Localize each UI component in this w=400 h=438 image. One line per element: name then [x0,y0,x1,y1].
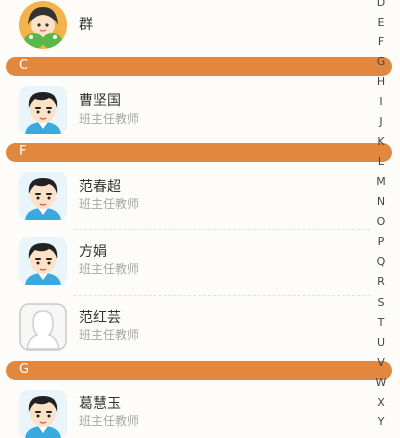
index-letter-x[interactable]: X [372,396,390,409]
contact-row[interactable]: 曹坚国 班主任教师 [0,80,400,142]
default-avatar-icon [19,303,67,351]
section-header-f: F [6,143,392,162]
contact-role: 班主任教师 [79,262,140,276]
contact-name: 曹坚国 [79,93,121,109]
section-header-c: C [6,57,392,76]
index-letter-w[interactable]: W [372,376,390,389]
index-letter-i[interactable]: I [372,95,390,108]
section-header-g: G [6,361,392,380]
index-letter-s[interactable]: S [372,296,390,309]
contact-list: 群 C 曹坚国 班主任教师 F 范春超 班主任教师 方娟 班主任教师 范红芸 班… [0,0,400,438]
male-avatar-icon [19,86,67,134]
index-letter-g[interactable]: G [372,55,390,68]
group-avatar-icon [19,1,67,49]
index-letter-u[interactable]: U [372,336,390,349]
index-letter-r[interactable]: R [372,275,390,288]
male-avatar-icon [19,390,67,438]
index-letter-m[interactable]: M [372,175,390,188]
index-letter-p[interactable]: P [372,235,390,248]
contact-role: 班主任教师 [79,414,140,428]
index-letter-d[interactable]: D [372,0,390,9]
contact-role: 班主任教师 [79,328,140,342]
index-letter-f[interactable]: F [372,35,390,48]
contact-name: 葛慧玉 [79,396,121,412]
alphabet-index[interactable]: D E F G H I J K L M N O P Q R S T U V W … [372,0,390,430]
index-letter-h[interactable]: H [372,75,390,88]
group-label: 群 [79,17,93,33]
contact-role: 班主任教师 [79,112,140,126]
contact-name: 方娟 [79,244,107,260]
contact-role: 班主任教师 [79,197,140,211]
section-letter: F [19,144,27,159]
index-letter-n[interactable]: N [372,195,390,208]
index-letter-k[interactable]: K [372,135,390,148]
index-letter-j[interactable]: J [372,115,390,128]
index-letter-e[interactable]: E [372,16,390,29]
contact-row[interactable]: 方娟 班主任教师 [0,230,400,294]
contact-name: 范春超 [79,179,121,195]
index-letter-o[interactable]: O [372,215,390,228]
contact-row[interactable]: 范春超 班主任教师 [0,165,400,227]
contact-row[interactable]: 范红芸 班主任教师 [0,296,400,358]
section-letter: G [19,362,30,377]
male-avatar-icon [19,172,67,220]
index-letter-t[interactable]: T [372,316,390,329]
male-avatar-icon [19,237,67,285]
index-letter-v[interactable]: V [372,356,390,369]
group-chat-row[interactable]: 群 [0,0,400,52]
index-letter-l[interactable]: L [372,155,390,168]
section-letter: C [19,58,29,73]
index-letter-y[interactable]: Y [372,415,390,428]
index-letter-q[interactable]: Q [372,255,390,268]
contact-name: 范红芸 [79,310,121,326]
contact-row[interactable]: 葛慧玉 班主任教师 [0,384,400,438]
